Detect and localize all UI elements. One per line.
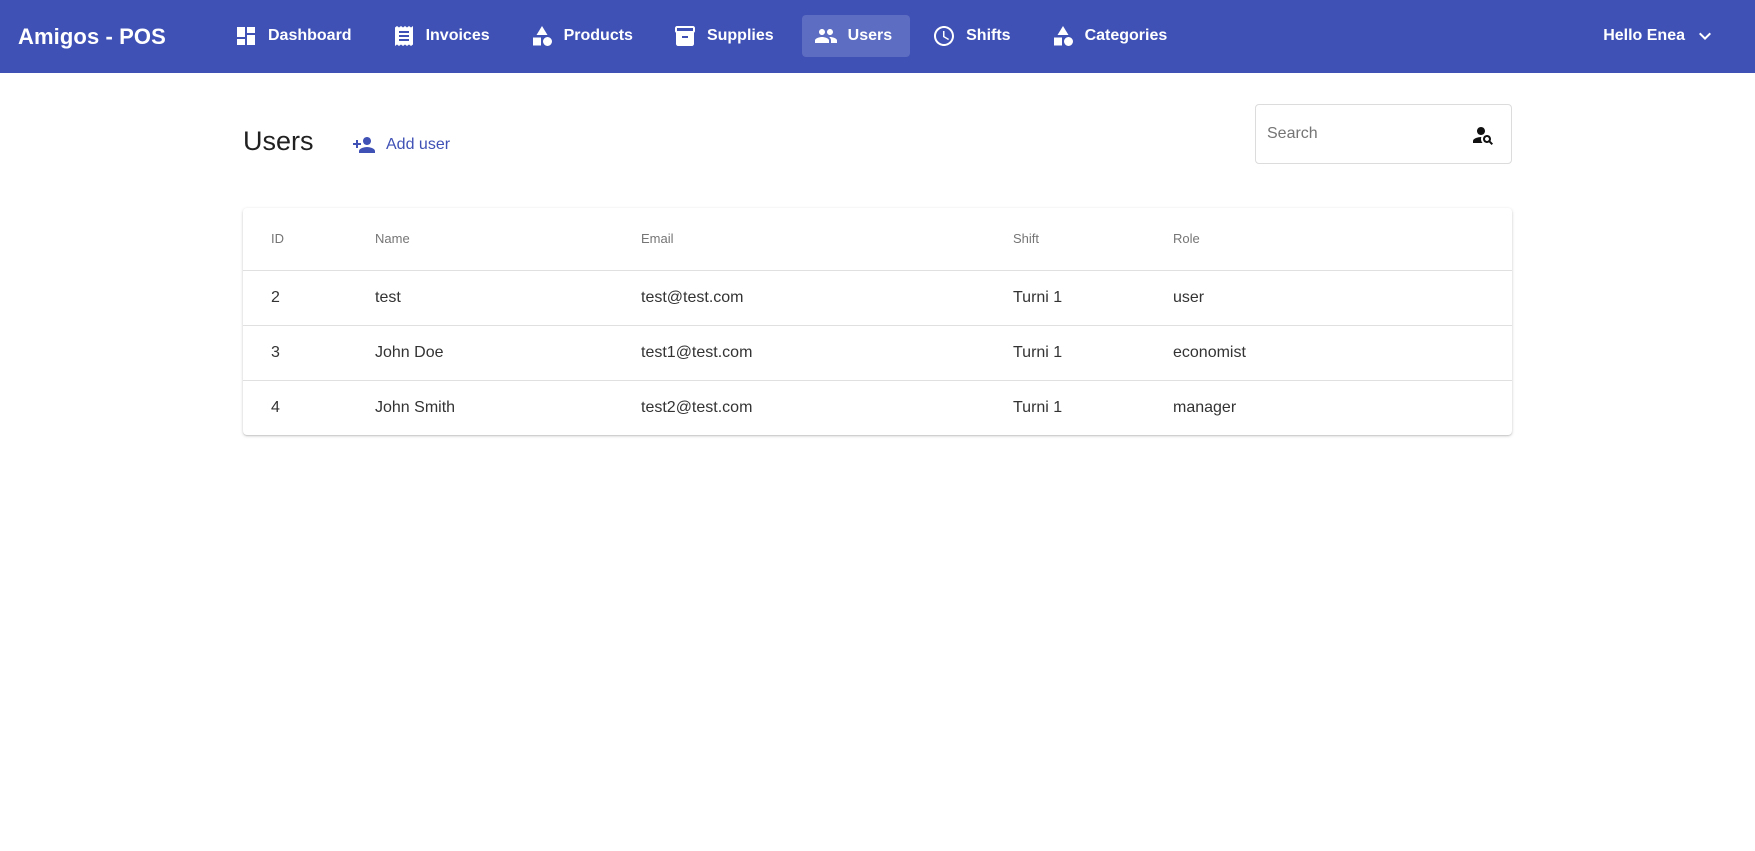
cell-role: manager (1173, 398, 1237, 416)
column-header-name[interactable]: Name (375, 208, 641, 271)
category-shapes-icon (530, 24, 554, 48)
column-header-email[interactable]: Email (641, 208, 1013, 271)
cell-role: economist (1173, 325, 1512, 381)
nav-item-label: Users (847, 27, 893, 44)
table-row[interactable]: 3 John Doe test1@test.com Turni 1 econom… (243, 325, 1512, 381)
receipt-icon (392, 24, 416, 48)
cell-id: 3 (243, 325, 375, 381)
chevron-down-icon (1693, 24, 1717, 48)
nav-item-shifts[interactable]: Shifts (920, 15, 1028, 57)
table-row[interactable]: 4 John Smith test2@test.com Turni 1 mana… (243, 380, 1512, 435)
cell-name: John Doe (375, 325, 641, 381)
column-header-shift[interactable]: Shift (1013, 208, 1173, 271)
person-search-icon[interactable] (1471, 123, 1495, 147)
search-field[interactable] (1255, 104, 1512, 164)
table-header-row: ID Name Email Shift Role (243, 208, 1512, 271)
add-user-button[interactable]: Add user (349, 130, 450, 160)
cell-email: test1@test.com (641, 325, 1013, 381)
cell-role: user (1173, 270, 1512, 326)
users-table-card: ID Name Email Shift Role 2 test test@tes… (243, 208, 1512, 435)
nav-item-label: Dashboard (268, 27, 352, 44)
column-header-role[interactable]: Role (1173, 208, 1512, 271)
user-menu-button[interactable]: Hello Enea (1603, 15, 1717, 57)
top-app-bar: Amigos - POS Dashboard Invoices Products… (0, 0, 1755, 73)
cell-name: test (375, 270, 641, 326)
cell-shift: Turni 1 (1013, 398, 1063, 416)
person-add-icon (349, 133, 377, 157)
table-row[interactable]: 2 test test@test.com Turni 1 user (243, 270, 1512, 326)
cell-email: test@test.com (641, 270, 1013, 326)
cell-email: test2@test.com (641, 398, 753, 416)
dashboard-icon (234, 24, 258, 48)
nav-item-users[interactable]: Users (801, 15, 911, 57)
nav-item-label: Products (563, 27, 633, 44)
main-nav: Dashboard Invoices Products Supplies Use… (222, 15, 1195, 57)
cell-shift: Turni 1 (1013, 270, 1173, 326)
archive-box-icon (673, 24, 697, 48)
cell-id: 4 (271, 398, 280, 416)
nav-item-label: Invoices (425, 27, 490, 44)
nav-item-categories[interactable]: Categories (1039, 15, 1186, 57)
nav-item-products[interactable]: Products (518, 15, 651, 57)
nav-item-supplies[interactable]: Supplies (661, 15, 792, 57)
nav-item-dashboard[interactable]: Dashboard (222, 15, 370, 57)
category-shapes-icon (1051, 24, 1075, 48)
nav-item-label: Shifts (966, 27, 1011, 44)
users-table: ID Name Email Shift Role 2 test test@tes… (243, 208, 1512, 435)
cell-shift: Turni 1 (1013, 325, 1173, 381)
nav-item-label: Categories (1084, 27, 1168, 44)
nav-item-label: Supplies (706, 27, 774, 44)
cell-name: John Smith (375, 398, 456, 416)
add-user-label: Add user (386, 136, 451, 153)
app-title[interactable]: Amigos - POS (18, 0, 166, 73)
user-greeting: Hello Enea (1603, 27, 1685, 44)
cell-id: 2 (243, 270, 375, 326)
search-input[interactable] (1267, 125, 1467, 143)
people-icon (814, 24, 838, 48)
clock-icon (932, 24, 956, 48)
column-header-id[interactable]: ID (243, 208, 375, 271)
nav-item-invoices[interactable]: Invoices (380, 15, 508, 57)
page-title: Users (243, 126, 314, 156)
